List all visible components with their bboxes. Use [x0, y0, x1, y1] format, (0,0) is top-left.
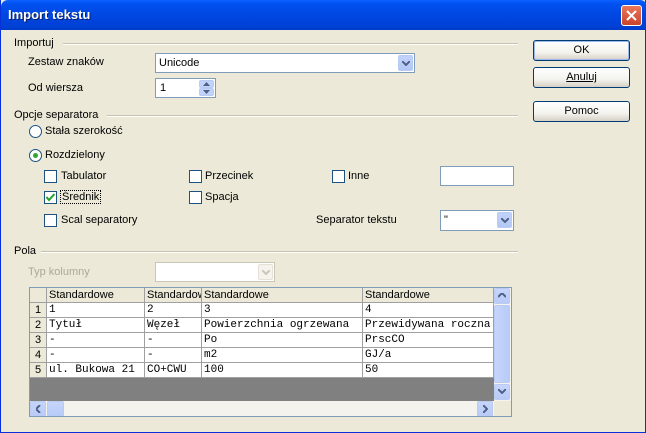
from-row-label: Od wiersza — [28, 82, 84, 94]
column-type-select[interactable] — [155, 262, 275, 282]
table-cell: ul. Bukowa 21 — [47, 363, 145, 378]
import-group-divider — [63, 43, 518, 45]
table-cell: Przewidywana roczna — [363, 318, 494, 333]
table-cell: 3 — [202, 303, 363, 318]
table-cell: 2 — [145, 303, 202, 318]
table-cell: GJ/a — [363, 348, 494, 363]
scroll-right-icon — [483, 405, 488, 413]
spin-up-button[interactable] — [199, 80, 214, 88]
preview-table[interactable]: Standardowe Standardowe Standardowe Stan… — [29, 287, 512, 417]
import-text-dialog: Import tekstu OK Anuluj Pomoc Importuj Z… — [0, 0, 646, 433]
corner-cell — [30, 288, 47, 303]
row-number: 2 — [30, 318, 47, 333]
merge-separators-checkbox[interactable] — [44, 214, 57, 227]
tab-checkbox[interactable] — [44, 170, 57, 183]
separated-label[interactable]: Rozdzielony — [45, 149, 105, 161]
separator-group-label: Opcje separatora — [14, 109, 99, 121]
dropdown-arrow-icon — [262, 270, 270, 275]
column-type-label: Typ kolumny — [28, 266, 90, 278]
column-header[interactable]: Standardowe — [202, 288, 363, 303]
table-cell: PrscCO — [363, 333, 494, 348]
horizontal-scrollbar[interactable] — [30, 401, 494, 416]
column-header[interactable]: Standardowe — [145, 288, 202, 303]
scroll-left-button[interactable] — [30, 401, 46, 416]
horizontal-scroll-thumb[interactable] — [47, 401, 64, 416]
merge-separators-label[interactable]: Scal separatory — [61, 214, 137, 226]
charset-dropdown-button[interactable] — [398, 55, 413, 71]
text-separator-dropdown-button[interactable] — [497, 212, 512, 228]
spin-up-icon — [203, 82, 210, 86]
row-number: 3 — [30, 333, 47, 348]
check-icon — [46, 193, 55, 202]
separated-radio[interactable] — [29, 149, 42, 162]
table-cell: - — [145, 348, 202, 363]
fields-group-divider — [41, 251, 518, 253]
spin-down-icon — [203, 90, 210, 94]
space-checkbox[interactable] — [189, 191, 202, 204]
tab-label[interactable]: Tabulator — [61, 170, 106, 182]
text-separator-select[interactable]: " — [440, 210, 514, 231]
fields-group-label: Pola — [14, 245, 37, 257]
title-bar[interactable]: Import tekstu — [1, 0, 646, 30]
scroll-down-icon — [498, 389, 506, 394]
dropdown-arrow-icon — [402, 61, 410, 66]
scroll-down-button[interactable] — [494, 384, 510, 400]
ok-button[interactable]: OK — [533, 40, 630, 61]
semicolon-checkbox[interactable] — [44, 191, 57, 204]
table-cell: - — [47, 333, 145, 348]
row-number: 5 — [30, 363, 47, 378]
scroll-up-icon — [498, 293, 506, 298]
from-row-spinbox[interactable]: 1 — [155, 78, 216, 98]
vertical-scroll-thumb[interactable] — [494, 305, 510, 383]
fixed-width-label[interactable]: Stała szerokość — [45, 125, 123, 137]
text-separator-value: " — [444, 214, 448, 226]
other-label[interactable]: Inne — [348, 170, 369, 182]
table-cell: 50 — [363, 363, 494, 378]
other-separator-input[interactable] — [440, 166, 514, 186]
help-button[interactable]: Pomoc — [533, 101, 630, 122]
scroll-right-button[interactable] — [477, 401, 493, 416]
cancel-label: Anuluj — [566, 71, 597, 83]
radio-selected-dot — [33, 153, 38, 158]
column-type-dropdown-button[interactable] — [258, 264, 273, 280]
scrollbar-corner — [494, 401, 511, 416]
charset-select[interactable]: Unicode — [155, 53, 415, 73]
comma-label[interactable]: Przecinek — [205, 170, 253, 182]
semicolon-label[interactable]: Średnik — [60, 190, 102, 204]
cancel-button[interactable]: Anuluj — [533, 67, 630, 88]
fixed-width-radio[interactable] — [29, 125, 42, 138]
vertical-scrollbar[interactable] — [494, 288, 511, 401]
spin-down-button[interactable] — [199, 88, 214, 96]
scroll-left-icon — [36, 405, 41, 413]
import-group-label: Importuj — [14, 37, 54, 49]
table-cell: CO+CWU — [145, 363, 202, 378]
column-header[interactable]: Standardowe — [47, 288, 145, 303]
separator-group-divider — [107, 115, 518, 117]
charset-label: Zestaw znaków — [28, 56, 104, 68]
from-row-value: 1 — [160, 82, 167, 94]
table-cell: Tytuł — [47, 318, 145, 333]
dropdown-arrow-icon — [501, 218, 509, 223]
scroll-up-button[interactable] — [494, 288, 510, 304]
row-number: 4 — [30, 348, 47, 363]
row-number: 1 — [30, 303, 47, 318]
window-title: Import tekstu — [8, 7, 91, 22]
close-icon — [626, 10, 637, 21]
close-button[interactable] — [621, 5, 642, 26]
table-cell: 100 — [202, 363, 363, 378]
column-header[interactable]: Standardowe — [363, 288, 494, 303]
comma-checkbox[interactable] — [189, 170, 202, 183]
text-separator-label: Separator tekstu — [316, 214, 397, 226]
table-cell: Po — [202, 333, 363, 348]
other-checkbox[interactable] — [332, 170, 345, 183]
table-cell: 4 — [363, 303, 494, 318]
table-cell: Powierzchnia ogrzewana — [202, 318, 363, 333]
table-cell: 1 — [47, 303, 145, 318]
table-cell: - — [145, 333, 202, 348]
space-label[interactable]: Spacja — [205, 191, 239, 203]
table-cell: m2 — [202, 348, 363, 363]
table-cell: Węzeł — [145, 318, 202, 333]
charset-value: Unicode — [159, 57, 200, 69]
table-cell: - — [47, 348, 145, 363]
